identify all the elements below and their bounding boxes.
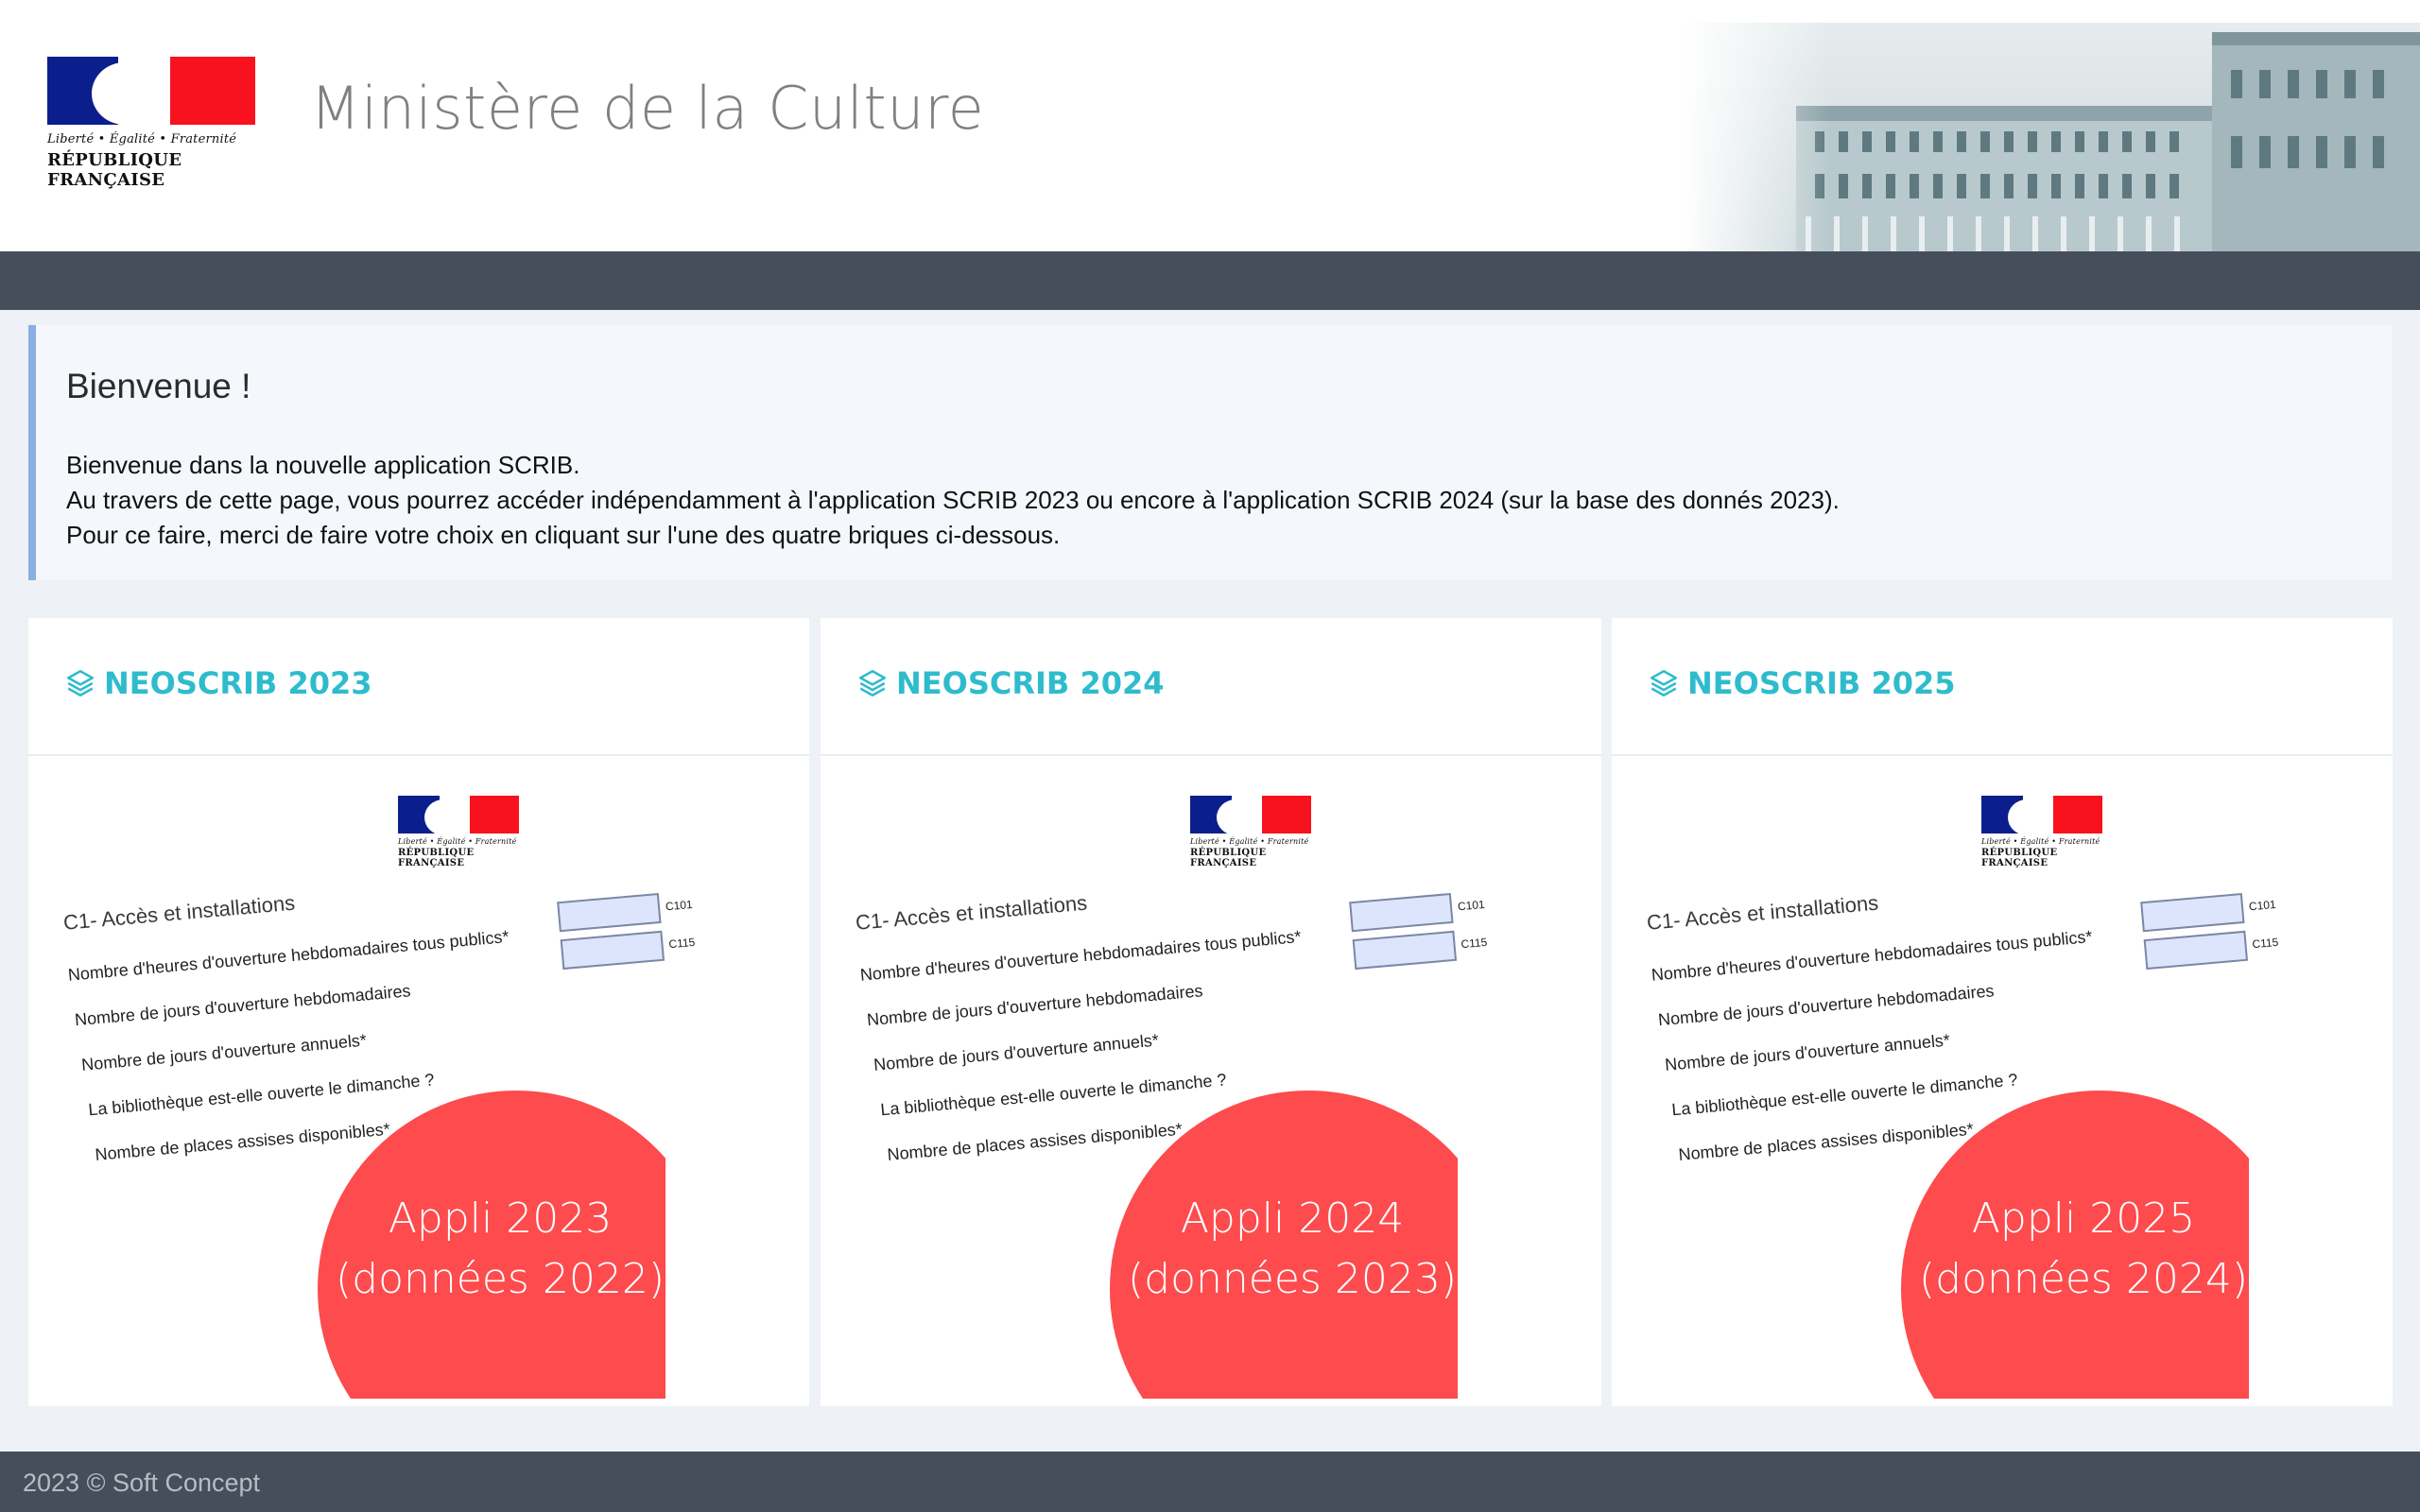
appli-data-year: (données 2022) [336, 1255, 665, 1303]
preview-logo-devise: Liberté • Égalité • Fraternité [1190, 837, 1309, 846]
preview-input-box [2143, 930, 2249, 971]
appli-data-year: (données 2024) [1919, 1255, 2248, 1303]
preview-field-code: C101 [2248, 897, 2277, 914]
preview-logo-republique: RÉPUBLIQUE FRANÇAISE [1981, 848, 2058, 868]
app-card-0[interactable]: NEOSCRIB 2023 Liberté • Égalité • Frater… [28, 618, 809, 1406]
preview-field-code: C101 [1457, 897, 1486, 914]
preview-question: Nombre de jours d'ouverture annuels* [80, 1030, 368, 1074]
card-header[interactable]: NEOSCRIB 2023 [28, 618, 809, 756]
card-title[interactable]: NEOSCRIB 2023 [104, 665, 372, 701]
app-preview-image[interactable]: Liberté • Égalité • Fraternité RÉPUBLIQU… [62, 779, 800, 1399]
card-preview-link[interactable]: Liberté • Égalité • Fraternité RÉPUBLIQU… [28, 756, 809, 1406]
app-card-2[interactable]: NEOSCRIB 2025 Liberté • Égalité • Frater… [1612, 618, 2393, 1406]
preview-field-code: C115 [2251, 935, 2279, 952]
app-preview-image[interactable]: Liberté • Égalité • Fraternité RÉPUBLIQU… [855, 779, 1592, 1399]
app-preview-image[interactable]: Liberté • Égalité • Fraternité RÉPUBLIQU… [1646, 779, 2383, 1399]
layers-icon [858, 669, 887, 697]
layers-icon [1650, 669, 1678, 697]
card-preview-link[interactable]: Liberté • Égalité • Fraternité RÉPUBLIQU… [1612, 756, 2393, 1406]
preview-input-box [1349, 892, 1454, 933]
preview-logo-republique: RÉPUBLIQUE FRANÇAISE [1190, 848, 1267, 868]
preview-question: Nombre de jours d'ouverture hebdomadaire… [866, 981, 1204, 1030]
preview-field-code: C115 [667, 935, 696, 952]
preview-logo-devise: Liberté • Égalité • Fraternité [1981, 837, 2100, 846]
preview-section-title: C1- Accès et installations [855, 890, 1089, 935]
preview-question: Nombre d'heures d'ouverture hebdomadaire… [67, 926, 510, 985]
preview-question: Nombre de jours d'ouverture annuels* [1664, 1030, 1951, 1074]
footer-copyright: 2023 © Soft Concept [23, 1469, 261, 1497]
welcome-title: Bienvenue ! [66, 367, 251, 405]
ministry-title: Ministère de la Culture [310, 74, 985, 143]
marianne-logo[interactable]: Liberté • Égalité • Fraternité RÉPUBLIQU… [47, 57, 255, 190]
preview-field-code: C115 [1460, 935, 1488, 952]
appli-badge[interactable]: Appli 2024 (données 2023) [1110, 1091, 1458, 1399]
welcome-text-line-1: Bienvenue dans la nouvelle application S… [66, 451, 580, 479]
appli-badge[interactable]: Appli 2023 (données 2022) [318, 1091, 666, 1399]
site-header: Liberté • Égalité • Fraternité RÉPUBLIQU… [0, 0, 2420, 251]
preview-question: Nombre d'heures d'ouverture hebdomadaire… [859, 926, 1303, 985]
nav-bar [0, 251, 2420, 310]
card-header[interactable]: NEOSCRIB 2025 [1612, 618, 2393, 756]
preview-logo-devise: Liberté • Égalité • Fraternité [398, 837, 517, 846]
welcome-text-line-2: Au travers de cette page, vous pourrez a… [66, 486, 1840, 514]
preview-field-code: C101 [665, 897, 694, 914]
welcome-text-line-3: Pour ce faire, merci de faire votre choi… [66, 521, 1061, 549]
appli-badge[interactable]: Appli 2025 (données 2024) [1901, 1091, 2249, 1399]
preview-question: Nombre d'heures d'ouverture hebdomadaire… [1651, 926, 2094, 985]
palace-banner-image [1683, 23, 2420, 251]
logo-devise: Liberté • Égalité • Fraternité [47, 132, 237, 146]
card-title[interactable]: NEOSCRIB 2024 [896, 665, 1165, 701]
preview-input-box [560, 930, 666, 971]
welcome-panel: Bienvenue ! Bienvenue dans la nouvelle a… [28, 325, 2392, 580]
preview-marianne-logo: Liberté • Égalité • Fraternité RÉPUBLIQU… [1190, 796, 1315, 868]
layers-icon [66, 669, 95, 697]
preview-marianne-logo: Liberté • Égalité • Fraternité RÉPUBLIQU… [1981, 796, 2106, 868]
preview-input-box [1352, 930, 1458, 971]
preview-question: Nombre de jours d'ouverture annuels* [873, 1030, 1160, 1074]
app-card-1[interactable]: NEOSCRIB 2024 Liberté • Égalité • Frater… [821, 618, 1601, 1406]
card-header[interactable]: NEOSCRIB 2024 [821, 618, 1601, 756]
preview-question: Nombre de jours d'ouverture hebdomadaire… [74, 981, 412, 1030]
logo-republique: RÉPUBLIQUE FRANÇAISE [47, 150, 182, 190]
tricolor-flag [47, 57, 255, 125]
appli-label: Appli 2024 [1180, 1194, 1405, 1243]
appli-label: Appli 2025 [1971, 1194, 2196, 1243]
preview-question: Nombre de jours d'ouverture hebdomadaire… [1657, 981, 1996, 1030]
appli-label: Appli 2023 [388, 1194, 613, 1243]
preview-input-box [2140, 892, 2245, 933]
card-title[interactable]: NEOSCRIB 2025 [1687, 665, 1956, 701]
site-footer: 2023 © Soft Concept [0, 1452, 2420, 1512]
preview-section-title: C1- Accès et installations [1646, 890, 1880, 935]
appli-data-year: (données 2023) [1128, 1255, 1457, 1303]
card-preview-link[interactable]: Liberté • Égalité • Fraternité RÉPUBLIQU… [821, 756, 1601, 1406]
preview-input-box [557, 892, 662, 933]
preview-logo-republique: RÉPUBLIQUE FRANÇAISE [398, 848, 475, 868]
preview-section-title: C1- Accès et installations [62, 890, 297, 935]
preview-marianne-logo: Liberté • Égalité • Fraternité RÉPUBLIQU… [398, 796, 523, 868]
